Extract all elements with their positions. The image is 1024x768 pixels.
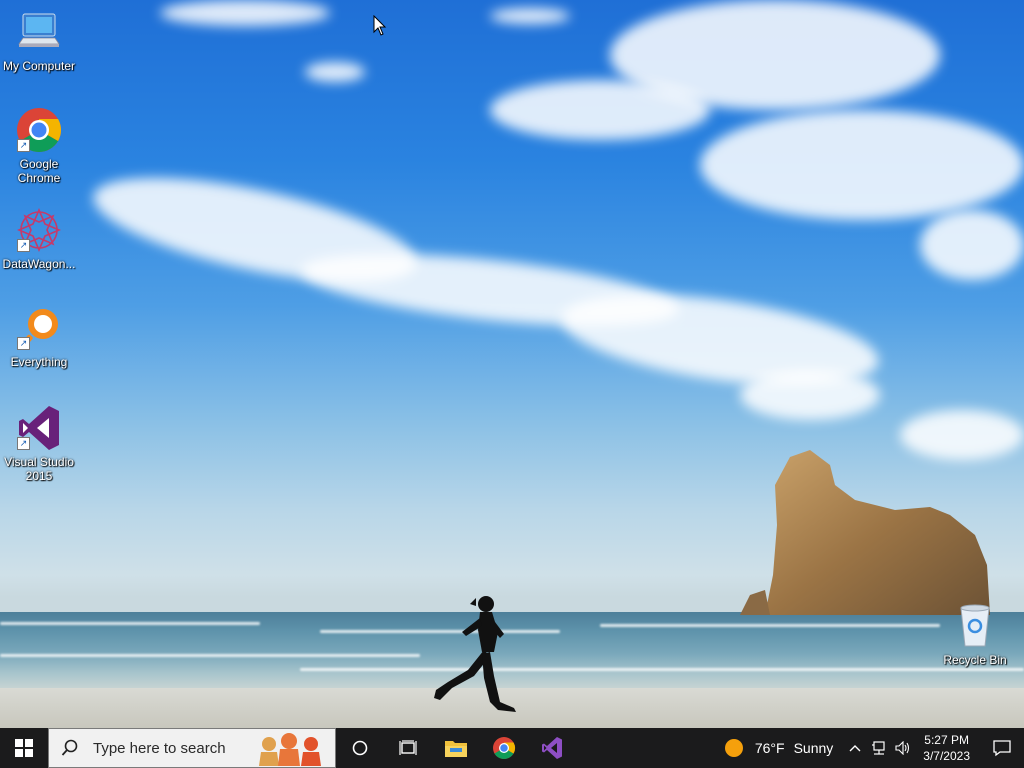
icon-label: Google Chrome	[17, 157, 61, 185]
cloud	[740, 370, 880, 420]
desktop-icon-google-chrome[interactable]: ↗ Google Chrome	[0, 106, 78, 185]
cloud	[490, 80, 710, 140]
chrome-icon: ↗	[15, 106, 63, 154]
task-view-icon	[399, 740, 417, 755]
wave	[0, 622, 260, 625]
clock-time: 5:27 PM	[924, 733, 969, 747]
search-placeholder: Type here to search	[93, 739, 226, 757]
visual-studio-icon	[542, 737, 562, 759]
wave	[300, 668, 1024, 671]
desktop-background: My Computer ↗ Google Chrome ↗ DataWagon.…	[0, 0, 1024, 728]
shortcut-arrow-icon: ↗	[17, 139, 30, 152]
cortana-icon	[352, 740, 368, 756]
file-explorer-icon	[445, 741, 467, 757]
taskbar: Type here to search 76°F Sunny 5:27 PM 3…	[0, 728, 1024, 768]
cloud	[920, 210, 1024, 280]
task-view-button[interactable]	[384, 728, 432, 768]
visual-studio-taskbar-button[interactable]	[528, 728, 576, 768]
search-icon	[61, 739, 78, 756]
weather-condition: Sunny	[793, 740, 834, 756]
weather-temperature: 76°F	[754, 740, 785, 756]
desktop-icon-recycle-bin[interactable]: Recycle Bin	[936, 602, 1014, 667]
notification-icon	[993, 740, 1011, 757]
file-explorer-button[interactable]	[432, 728, 480, 768]
mouse-cursor-icon	[373, 15, 387, 36]
volume-button[interactable]	[891, 741, 915, 755]
everything-icon: ↗	[15, 304, 63, 352]
shortcut-arrow-icon: ↗	[17, 239, 30, 252]
network-icon	[872, 741, 885, 755]
system-tray: 76°F Sunny 5:27 PM 3/7/2023	[724, 728, 1024, 768]
cloud	[305, 62, 365, 82]
action-center-button[interactable]	[980, 728, 1024, 768]
computer-icon	[15, 8, 63, 56]
desktop-icon-everything[interactable]: ↗ Everything	[0, 304, 78, 369]
icon-label: Recycle Bin	[943, 653, 1007, 667]
taskbar-search-box[interactable]: Type here to search	[48, 728, 336, 768]
visual-studio-icon: ↗	[15, 404, 63, 452]
chrome-icon	[493, 737, 515, 759]
network-button[interactable]	[867, 741, 891, 755]
icon-label: Visual Studio 2015	[4, 455, 74, 483]
sun-icon	[724, 739, 743, 757]
shortcut-arrow-icon: ↗	[17, 337, 30, 350]
rock-formation	[740, 450, 990, 615]
cortana-button[interactable]	[336, 728, 384, 768]
show-hidden-icons-button[interactable]	[843, 744, 867, 752]
chrome-taskbar-button[interactable]	[480, 728, 528, 768]
icon-label: DataWagon...	[2, 257, 76, 271]
speaker-icon	[895, 741, 910, 755]
runner-silhouette	[434, 596, 516, 712]
start-button[interactable]	[0, 728, 48, 768]
windows-logo-icon	[15, 739, 33, 757]
desktop-icon-visual-studio-2015[interactable]: ↗ Visual Studio 2015	[0, 404, 78, 483]
clock[interactable]: 5:27 PM 3/7/2023	[923, 732, 970, 764]
recycle-bin-icon	[951, 602, 999, 650]
cloud	[700, 110, 1024, 220]
weather-widget[interactable]: 76°F Sunny	[724, 738, 833, 758]
icon-label: My Computer	[2, 59, 76, 73]
search-highlight-people-icon	[259, 733, 321, 766]
chevron-up-icon	[849, 745, 861, 752]
datawagon-icon: ↗	[15, 206, 63, 254]
cloud	[160, 0, 330, 26]
desktop-icon-datawagon[interactable]: ↗ DataWagon...	[0, 206, 78, 271]
desktop-icon-my-computer[interactable]: My Computer	[0, 8, 78, 73]
wave	[0, 654, 420, 657]
clock-date: 3/7/2023	[923, 749, 970, 763]
wave	[600, 624, 940, 627]
cloud	[490, 8, 570, 24]
icon-label: Everything	[10, 355, 68, 369]
shortcut-arrow-icon: ↗	[17, 437, 30, 450]
